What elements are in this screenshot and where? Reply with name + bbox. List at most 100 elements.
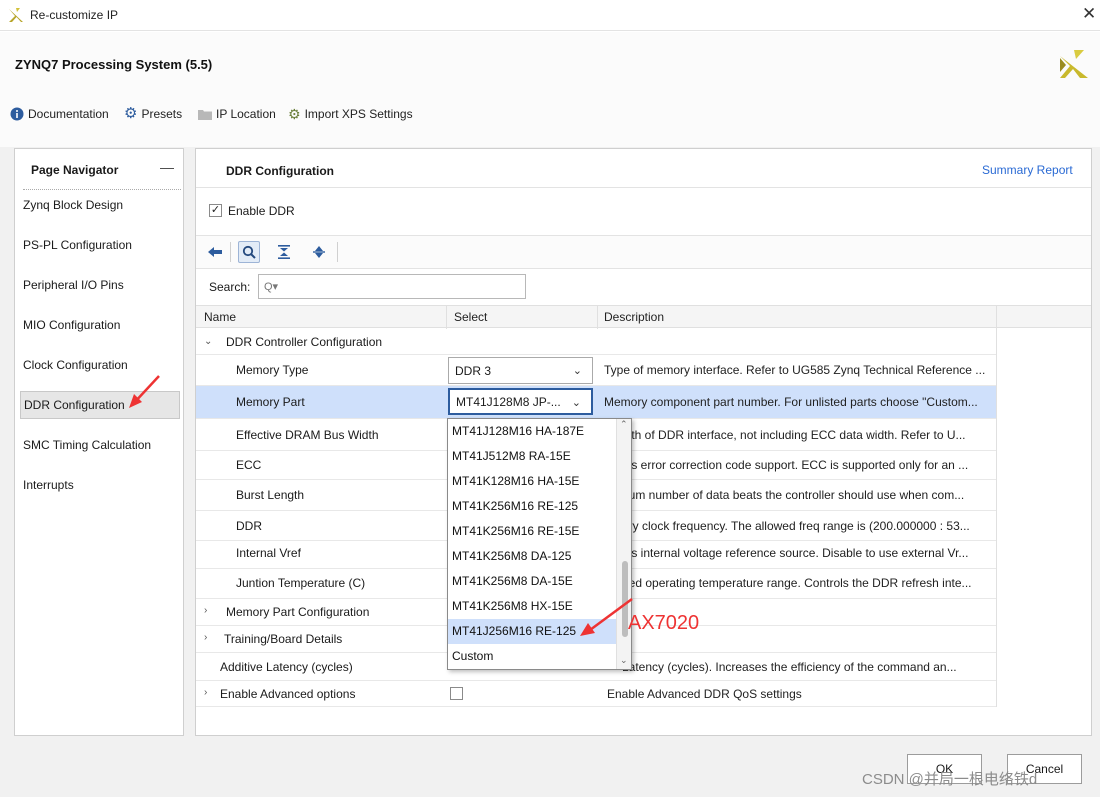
documentation-label: Documentation: [28, 107, 109, 121]
gear-icon: ⚙: [124, 105, 138, 122]
column-header-description[interactable]: Description: [604, 310, 664, 324]
chevron-down-icon: ⌄: [572, 365, 582, 377]
dropdown-option[interactable]: MT41K128M16 HA-15E: [448, 469, 616, 494]
memory-part-value: MT41J128M8 JP-...: [456, 394, 561, 409]
dropdown-option[interactable]: MT41K256M16 RE-125: [448, 494, 616, 519]
nav-divider: [23, 189, 181, 190]
column-header-select[interactable]: Select: [454, 310, 487, 324]
dropdown-option[interactable]: MT41J512M8 RA-15E: [448, 444, 616, 469]
nav-item-interrupts[interactable]: Interrupts: [20, 471, 180, 499]
toolbar-separator: [337, 242, 338, 262]
tree-group-ddr-controller[interactable]: ⌄ DDR Controller Configuration: [196, 329, 996, 355]
param-description: num number of data beats the controller …: [622, 488, 965, 502]
enable-ddr-label: Enable DDR: [228, 204, 295, 218]
column-header-name[interactable]: Name: [204, 310, 236, 324]
param-name: Burst Length: [236, 488, 305, 502]
search-field-icon: Q▾: [264, 281, 279, 293]
import-xps-label: Import XPS Settings: [304, 107, 413, 121]
chevron-down-icon: ⌄: [571, 397, 581, 409]
documentation-button[interactable]: Documentation: [10, 107, 109, 121]
table-row[interactable]: Memory Type DDR 3 ⌄ Type of memory inter…: [196, 355, 996, 386]
param-description: Memory component part number. For unlist…: [604, 395, 978, 409]
nav-item-smc-timing-calculation[interactable]: SMC Timing Calculation: [20, 431, 180, 459]
scroll-up-icon[interactable]: ⌃: [620, 419, 628, 430]
info-icon: [10, 107, 24, 121]
table-toolbar: [196, 235, 1091, 269]
section-title: DDR Configuration: [226, 164, 334, 178]
import-settings-icon: ⚙: [288, 106, 301, 122]
presets-button[interactable]: ⚙ Presets: [124, 105, 183, 122]
dropdown-option[interactable]: MT41J128M16 HA-187E: [448, 419, 616, 444]
ip-location-label: IP Location: [216, 107, 276, 121]
param-name: Juntion Temperature (C): [236, 576, 366, 590]
dropdown-option[interactable]: Custom: [448, 644, 616, 669]
search-icon[interactable]: [238, 241, 260, 263]
close-icon[interactable]: ✕: [1082, 5, 1096, 23]
nav-item-peripheral-io-pins[interactable]: Peripheral I/O Pins: [20, 271, 180, 299]
param-name: Additive Latency (cycles): [220, 660, 353, 674]
page-navigator: Page Navigator — Zynq Block Design PS-PL…: [14, 148, 184, 736]
param-name: Effective DRAM Bus Width: [236, 428, 379, 442]
dropdown-option[interactable]: MT41K256M8 DA-125: [448, 544, 616, 569]
nav-title: Page Navigator: [31, 163, 119, 177]
param-description: Enable Advanced DDR QoS settings: [607, 687, 802, 701]
column-separator: [996, 305, 997, 707]
param-description: les error correction code support. ECC i…: [622, 458, 969, 472]
group-label: Memory Part Configuration: [226, 605, 370, 619]
memory-type-select[interactable]: DDR 3 ⌄: [448, 357, 593, 384]
expand-all-icon[interactable]: [308, 241, 330, 263]
watermark: CSDN @并局一根电络铁d: [862, 771, 1038, 788]
scroll-down-icon[interactable]: ⌄: [620, 655, 628, 666]
param-name: Memory Type: [236, 363, 309, 377]
window-title: Re-customize IP: [30, 8, 119, 22]
ddr-config-panel: DDR Configuration Summary Report ✓ Enabl…: [195, 148, 1092, 736]
param-description: Latency (cycles). Increases the efficien…: [622, 660, 957, 674]
dropdown-option[interactable]: MT41K256M8 DA-15E: [448, 569, 616, 594]
param-description: les internal voltage reference source. D…: [622, 546, 969, 560]
back-icon[interactable]: [204, 241, 226, 263]
collapse-icon[interactable]: —: [160, 159, 174, 175]
xilinx-logo-icon: [9, 8, 23, 22]
enable-ddr-checkbox[interactable]: ✓: [209, 204, 222, 217]
presets-label: Presets: [141, 107, 183, 121]
red-arrow-annotation-icon: [129, 375, 160, 408]
ip-header: [0, 32, 1100, 147]
window-title-bar: [0, 0, 1100, 31]
collapse-all-icon[interactable]: [273, 241, 295, 263]
xilinx-logo-icon: [1060, 50, 1088, 78]
red-arrow-annotation-icon: [580, 597, 633, 636]
param-name: DDR: [236, 519, 262, 533]
chevron-right-icon[interactable]: ›: [204, 605, 207, 616]
param-name: Memory Part: [236, 395, 305, 409]
group-label: DDR Controller Configuration: [226, 335, 383, 349]
param-description: ded operating temperature range. Control…: [622, 576, 972, 590]
group-label: Training/Board Details: [224, 632, 343, 646]
chevron-down-icon[interactable]: ⌄: [204, 336, 212, 347]
nav-item-mio-configuration[interactable]: MIO Configuration: [20, 311, 180, 339]
search-input[interactable]: Q▾: [258, 274, 526, 299]
param-description: idth of DDR interface, not including ECC…: [622, 428, 966, 442]
nav-item-ps-pl-configuration[interactable]: PS-PL Configuration: [20, 231, 180, 259]
memory-type-value: DDR 3: [455, 363, 492, 378]
nav-item-zynq-block-design[interactable]: Zynq Block Design: [20, 191, 180, 219]
annotation-label: AX7020: [628, 612, 700, 634]
summary-report-link[interactable]: Summary Report: [982, 163, 1073, 177]
table-row[interactable]: › Enable Advanced options Enable Advance…: [196, 681, 996, 707]
param-name: ECC: [236, 458, 262, 472]
chevron-right-icon[interactable]: ›: [204, 687, 207, 698]
chevron-right-icon[interactable]: ›: [204, 632, 207, 643]
ip-title: ZYNQ7 Processing System (5.5): [15, 57, 213, 72]
search-label: Search:: [209, 280, 251, 294]
table-row-selected[interactable]: Memory Part MT41J128M8 JP-... ⌄ Memory c…: [196, 386, 996, 419]
enable-advanced-checkbox[interactable]: [450, 687, 463, 700]
param-name: Internal Vref: [236, 546, 301, 560]
ip-location-button[interactable]: IP Location: [198, 107, 276, 121]
param-description: ory clock frequency. The allowed freq ra…: [622, 519, 970, 533]
enable-ddr-row: [196, 187, 1091, 235]
dropdown-option[interactable]: MT41K256M16 RE-15E: [448, 519, 616, 544]
param-name: Enable Advanced options: [220, 687, 356, 701]
table-header: Name Select Description: [196, 305, 1091, 328]
memory-part-select[interactable]: MT41J128M8 JP-... ⌄: [448, 388, 593, 415]
folder-icon: [198, 110, 212, 120]
import-xps-button[interactable]: ⚙ Import XPS Settings: [288, 107, 413, 121]
